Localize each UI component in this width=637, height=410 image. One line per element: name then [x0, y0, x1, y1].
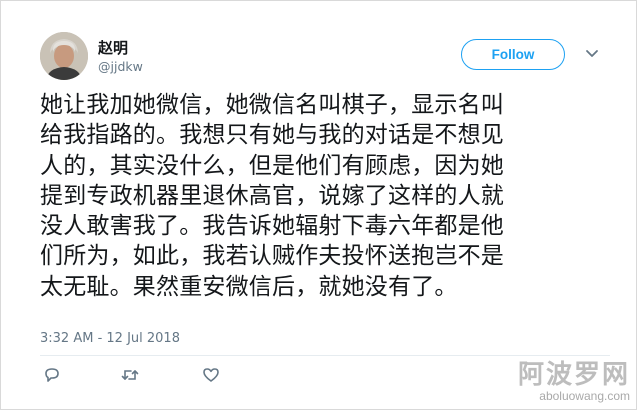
follow-button[interactable]: Follow	[461, 39, 565, 70]
user-name[interactable]: 赵明	[98, 37, 128, 58]
retweet-icon[interactable]	[120, 365, 140, 385]
watermark-url: aboluowang.com	[539, 389, 630, 403]
tweet-text: 她让我加她微信，她微信名叫棋子，显示名叫 给我指路的。我想只有她与我的对话是不想…	[40, 92, 504, 300]
reply-icon[interactable]	[42, 365, 62, 385]
chevron-down-icon[interactable]	[584, 45, 600, 61]
divider	[40, 355, 610, 356]
tweet-timestamp[interactable]: 3:32 AM - 12 Jul 2018	[40, 331, 180, 346]
watermark: 阿波罗网 aboluowang.com	[518, 361, 630, 403]
watermark-title: 阿波罗网	[517, 360, 630, 390]
avatar[interactable]	[40, 32, 88, 80]
user-handle[interactable]: @jjdkw	[98, 59, 143, 74]
heart-icon[interactable]	[201, 365, 221, 385]
tweet-card: 赵明 @jjdkw Follow 她让我加她微信，她微信名叫棋子，显示名叫 给我…	[0, 0, 637, 410]
